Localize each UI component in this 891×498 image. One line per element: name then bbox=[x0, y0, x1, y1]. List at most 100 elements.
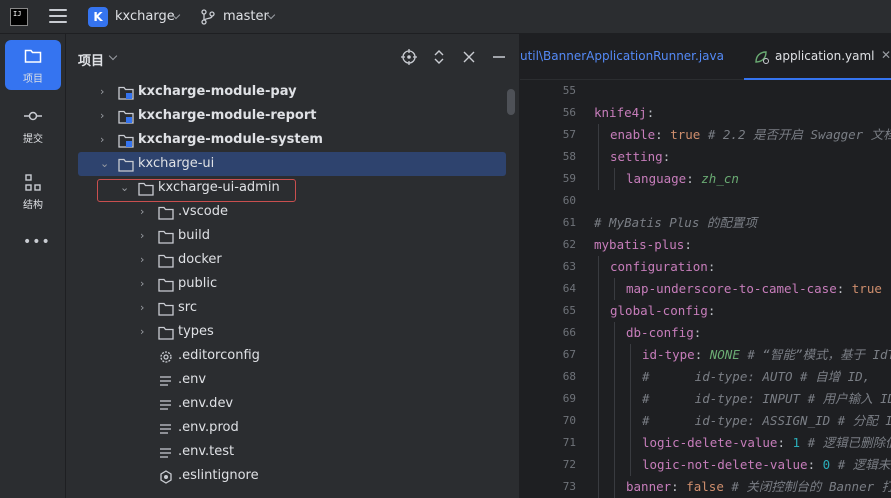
close-icon[interactable] bbox=[461, 49, 477, 65]
tree-item[interactable]: .env.test bbox=[66, 440, 506, 464]
tree-item[interactable]: › types bbox=[66, 320, 506, 344]
structure-icon bbox=[25, 174, 41, 191]
tree-item[interactable]: .editorconfig bbox=[66, 344, 506, 368]
indent-guide bbox=[598, 278, 599, 300]
tree-item[interactable]: .eslintignore bbox=[66, 464, 506, 488]
tree-item[interactable]: .env.dev bbox=[66, 392, 506, 416]
chevron-right-icon[interactable]: › bbox=[100, 128, 104, 152]
tree-item[interactable]: › docker bbox=[66, 248, 506, 272]
chevron-right-icon[interactable]: › bbox=[140, 224, 144, 248]
code-line[interactable]: banner: false # 关闭控制台的 Banner 打印 bbox=[594, 476, 891, 498]
code-token: knife4j bbox=[594, 105, 647, 120]
code-token: map-underscore-to-camel-case bbox=[626, 281, 837, 296]
main-menu-icon[interactable] bbox=[49, 9, 67, 25]
code-line[interactable]: configuration: bbox=[594, 256, 891, 278]
folder-icon bbox=[158, 277, 174, 292]
tree-item[interactable]: .env bbox=[66, 368, 506, 392]
tree-item[interactable]: › kxcharge-module-system bbox=[66, 128, 506, 152]
code-line[interactable]: # id-type: ASSIGN_ID # 分配 ID bbox=[594, 410, 891, 432]
branch-selector[interactable]: master bbox=[223, 9, 269, 24]
code-line[interactable]: mybatis-plus: bbox=[594, 234, 891, 256]
expand-all-icon[interactable] bbox=[431, 49, 447, 65]
tool-project[interactable]: 项目 bbox=[5, 40, 61, 90]
tree-item[interactable]: › .vscode bbox=[66, 200, 506, 224]
tool-structure[interactable]: 结构 bbox=[5, 166, 61, 216]
code-token: zh_cn bbox=[701, 171, 739, 186]
indent-guide bbox=[614, 322, 615, 344]
code-line[interactable]: # id-type: INPUT # 用户输入 ID bbox=[594, 388, 891, 410]
code-token: mybatis-plus bbox=[594, 237, 685, 252]
chevron-right-icon[interactable]: › bbox=[140, 248, 144, 272]
code-line[interactable] bbox=[594, 190, 891, 212]
folder-icon bbox=[138, 181, 154, 196]
app-logo-icon[interactable]: IJ bbox=[10, 8, 28, 26]
module-folder-icon bbox=[118, 109, 134, 124]
git-branch-icon[interactable] bbox=[201, 9, 215, 25]
tool-commit[interactable]: 提交 bbox=[5, 100, 61, 150]
editor: util\BannerApplicationRunner.java applic… bbox=[520, 34, 891, 498]
chevron-right-icon[interactable]: › bbox=[140, 296, 144, 320]
code-token: # id-type: INPUT # 用户输入 ID bbox=[642, 391, 891, 406]
tree-item-label: .env.prod bbox=[178, 420, 239, 435]
tree-item[interactable]: › public bbox=[66, 272, 506, 296]
chevron-down-icon[interactable] bbox=[108, 51, 118, 61]
code-line[interactable]: global-config: bbox=[594, 300, 891, 322]
code-line[interactable]: # MyBatis Plus 的配置项 bbox=[594, 212, 891, 234]
scrollbar[interactable] bbox=[507, 89, 515, 115]
chevron-down-icon[interactable]: ⌄ bbox=[120, 176, 129, 200]
tree-item[interactable]: › kxcharge-module-report bbox=[66, 104, 506, 128]
code-token: NONE bbox=[709, 347, 740, 362]
code-line[interactable]: setting: bbox=[594, 146, 891, 168]
code-token: setting bbox=[610, 149, 663, 164]
chevron-down-icon[interactable]: ⌄ bbox=[100, 152, 109, 176]
more-tools-icon[interactable]: ••• bbox=[23, 234, 51, 250]
code-line[interactable]: logic-delete-value: 1 # 逻辑已删除值 bbox=[594, 432, 891, 454]
code-line[interactable]: # id-type: AUTO # 自增 ID, bbox=[594, 366, 891, 388]
indent-guide bbox=[598, 476, 599, 498]
code-line[interactable]: knife4j: bbox=[594, 102, 891, 124]
tree-item-label: .env bbox=[178, 372, 207, 387]
chevron-right-icon[interactable]: › bbox=[140, 272, 144, 296]
project-selector[interactable]: kxcharge bbox=[115, 9, 175, 24]
code-line[interactable]: language: zh_cn bbox=[594, 168, 891, 190]
close-tab-icon[interactable]: ✕ bbox=[881, 48, 891, 62]
tree-item-label: types bbox=[178, 324, 214, 339]
tree-item-label: docker bbox=[178, 252, 222, 267]
code-line[interactable]: logic-not-delete-value: 0 # 逻辑未删除值 bbox=[594, 454, 891, 476]
code-line[interactable] bbox=[594, 80, 891, 102]
minimize-icon[interactable] bbox=[491, 49, 507, 65]
chevron-right-icon[interactable]: › bbox=[100, 104, 104, 128]
chevron-right-icon[interactable]: › bbox=[140, 200, 144, 224]
code-token: : bbox=[686, 171, 702, 186]
chevron-right-icon[interactable]: › bbox=[100, 80, 104, 104]
code-token: # 逻辑未删除值 bbox=[837, 457, 891, 472]
code-line[interactable]: db-config: bbox=[594, 322, 891, 344]
tab-banner-runner[interactable]: util\BannerApplicationRunner.java bbox=[520, 49, 724, 63]
tree-item[interactable]: › src bbox=[66, 296, 506, 320]
code-line[interactable]: enable: true # 2.2 是否开启 Swagger 文档 bbox=[594, 124, 891, 146]
tree-item[interactable]: › kxcharge-module-pay bbox=[66, 80, 506, 104]
tree-item-label: .editorconfig bbox=[178, 348, 260, 363]
tree-item-label: build bbox=[178, 228, 210, 243]
tree-item-label: kxcharge-module-report bbox=[138, 108, 317, 123]
code-area[interactable]: knife4j: enable: true # 2.2 是否开启 Swagger … bbox=[594, 80, 891, 498]
chevron-right-icon[interactable]: › bbox=[140, 320, 144, 344]
panel-title[interactable]: 项目 bbox=[78, 50, 104, 69]
line-number: 70 bbox=[562, 414, 576, 427]
code-line[interactable]: id-type: NONE # “智能”模式，基于 IdType bbox=[594, 344, 891, 366]
project-badge[interactable]: K bbox=[88, 7, 108, 27]
tab-application-yaml[interactable]: application.yaml ✕ bbox=[744, 34, 891, 80]
tree-item[interactable]: ⌄ kxcharge-ui-admin bbox=[66, 176, 506, 200]
tool-label: 项目 bbox=[23, 74, 43, 85]
tree-item[interactable]: › build bbox=[66, 224, 506, 248]
code-token: : bbox=[836, 281, 852, 296]
line-number: 64 bbox=[562, 282, 576, 295]
indent-guide bbox=[630, 388, 631, 410]
tree-item[interactable]: ⌄ kxcharge-ui bbox=[78, 152, 506, 176]
locate-icon[interactable] bbox=[401, 49, 417, 65]
line-number: 61 bbox=[562, 216, 576, 229]
code-line[interactable]: map-underscore-to-camel-case: true bbox=[594, 278, 891, 300]
tree-item-label: kxcharge-module-pay bbox=[138, 84, 297, 99]
tree-item[interactable]: .env.prod bbox=[66, 416, 506, 440]
indent-guide bbox=[614, 168, 615, 190]
